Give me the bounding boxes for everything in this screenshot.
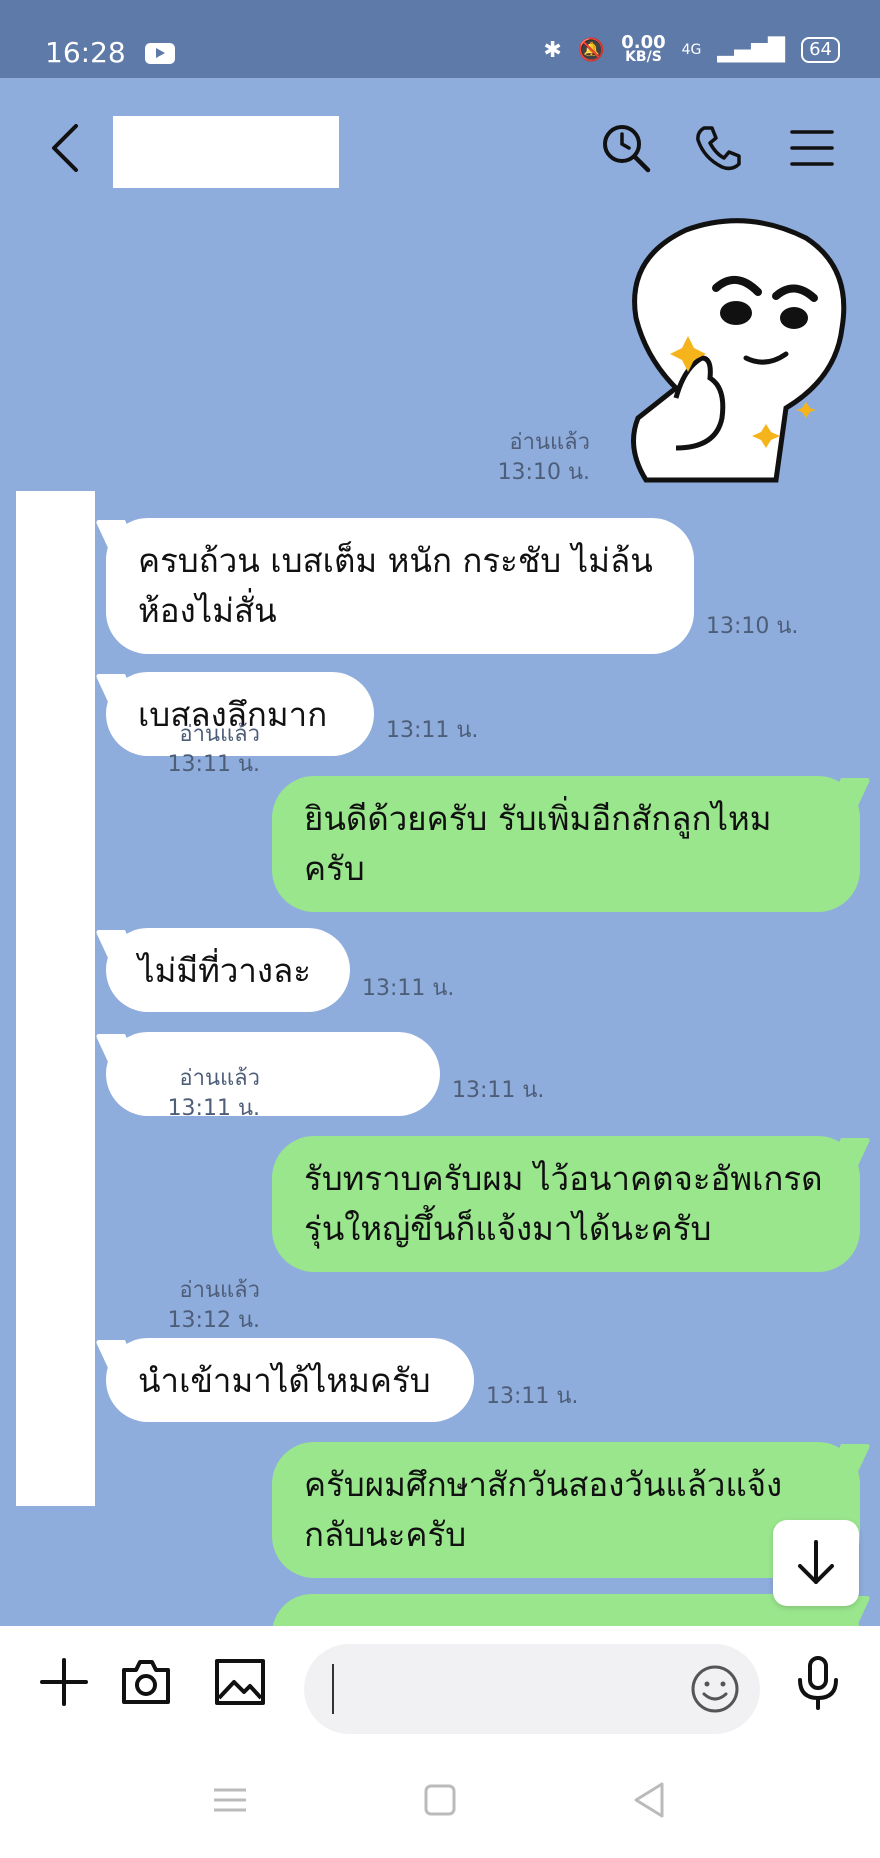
bluetooth-icon: ✱ [543, 37, 562, 63]
home-icon[interactable] [418, 1778, 462, 1822]
message-meta: อ่านแล้ว 13:11 น. [140, 1064, 260, 1124]
message-text: ครบถ้วน เบสเต็ม หนัก กระชับ ไม่ล้น ห้องไ… [138, 541, 653, 630]
message-text: ไม่มีที่วางละ [138, 951, 311, 990]
message-text: นำเข้ามาได้ไหมครับ [138, 1361, 431, 1400]
message-time: 13:10 น. [497, 460, 590, 485]
message-time: 13:11 น. [386, 718, 479, 743]
phone-icon[interactable] [692, 122, 744, 174]
net-speed: 0.00 KB/S [621, 32, 666, 65]
outgoing-message-partial[interactable] [272, 1594, 860, 1626]
message-field[interactable] [304, 1644, 760, 1734]
message-text: รับทราบครับผม ไว้อนาคตจะอัพเกรดรุ่นใหญ่ข… [304, 1159, 823, 1248]
menu-icon[interactable] [786, 122, 838, 174]
microphone-icon[interactable] [790, 1654, 846, 1710]
message-time: 13:12 น. [167, 1308, 260, 1333]
message-time: 13:11 น. [167, 752, 260, 777]
avatar-redacted [16, 491, 95, 1506]
incoming-message[interactable]: ครบถ้วน เบสเต็ม หนัก กระชับ ไม่ล้น ห้องไ… [106, 518, 694, 654]
back-nav-icon[interactable] [628, 1778, 672, 1822]
message-time: 13:11 น. [452, 1078, 545, 1103]
emoji-icon[interactable] [690, 1664, 740, 1714]
sticker-meta: อ่านแล้ว 13:10 น. [480, 428, 590, 488]
outgoing-message[interactable]: ยินดีด้วยครับ รับเพิ่มอีกสักลูกไหมครับ [272, 776, 860, 912]
outgoing-message[interactable]: รับทราบครับผม ไว้อนาคตจะอัพเกรดรุ่นใหญ่ข… [272, 1136, 860, 1272]
chat-title-redacted [113, 116, 339, 188]
camera-icon[interactable] [118, 1654, 174, 1710]
network-type: 4G [681, 42, 702, 58]
incoming-message[interactable]: ไม่มีที่วางละ [106, 928, 350, 1012]
message-meta: อ่านแล้ว 13:11 น. [140, 720, 260, 780]
read-receipt: อ่านแล้ว [179, 1066, 260, 1091]
mute-icon: 🔕 [577, 37, 606, 63]
status-indicators: ✱ 🔕 0.00 KB/S 4G ▂▄▆█ 64 [543, 32, 840, 65]
message-text: ยินดีด้วยครับ รับเพิ่มอีกสักลูกไหมครับ [304, 799, 772, 888]
message-time: 13:11 น. [167, 1096, 260, 1121]
search-icon[interactable] [600, 122, 652, 174]
recent-apps-icon[interactable] [208, 1778, 252, 1822]
outgoing-message[interactable]: ครับผมศึกษาสักวันสองวันแล้วแจ้งกลับนะครั… [272, 1442, 860, 1578]
message-text: ครับผมศึกษาสักวันสองวันแล้วแจ้งกลับนะครั… [304, 1465, 783, 1554]
chat-area[interactable]: อ่านแล้ว 13:10 น. ครบถ้วน เบสเต็ม หนัก ก… [0, 218, 880, 1626]
system-nav-bar [0, 1744, 880, 1858]
plus-icon[interactable] [36, 1654, 92, 1710]
message-time: 13:11 น. [362, 976, 455, 1001]
read-receipt: อ่านแล้ว [179, 1278, 260, 1303]
signal-icon: ▂▄▆█ [717, 37, 786, 63]
image-icon[interactable] [212, 1654, 268, 1710]
message-meta: อ่านแล้ว 13:12 น. [140, 1276, 260, 1336]
read-receipt: อ่านแล้ว [509, 430, 590, 455]
message-time: 13:11 น. [486, 1384, 579, 1409]
arrow-down-icon [798, 1540, 834, 1584]
input-bar [0, 1626, 880, 1744]
back-icon[interactable] [46, 118, 86, 178]
chat-header [0, 78, 880, 218]
incoming-message[interactable]: นำเข้ามาได้ไหมครับ [106, 1338, 474, 1422]
sticker-message[interactable] [616, 218, 848, 490]
youtube-icon [145, 43, 175, 64]
status-time: 16:28 [45, 36, 126, 69]
message-time: 13:10 น. [706, 614, 799, 639]
status-bar: 16:28 ✱ 🔕 0.00 KB/S 4G ▂▄▆█ 64 [0, 0, 880, 78]
scroll-down-button[interactable] [773, 1520, 859, 1606]
read-receipt: อ่านแล้ว [179, 722, 260, 747]
message-input[interactable] [332, 1664, 662, 1714]
battery-indicator: 64 [801, 37, 840, 63]
